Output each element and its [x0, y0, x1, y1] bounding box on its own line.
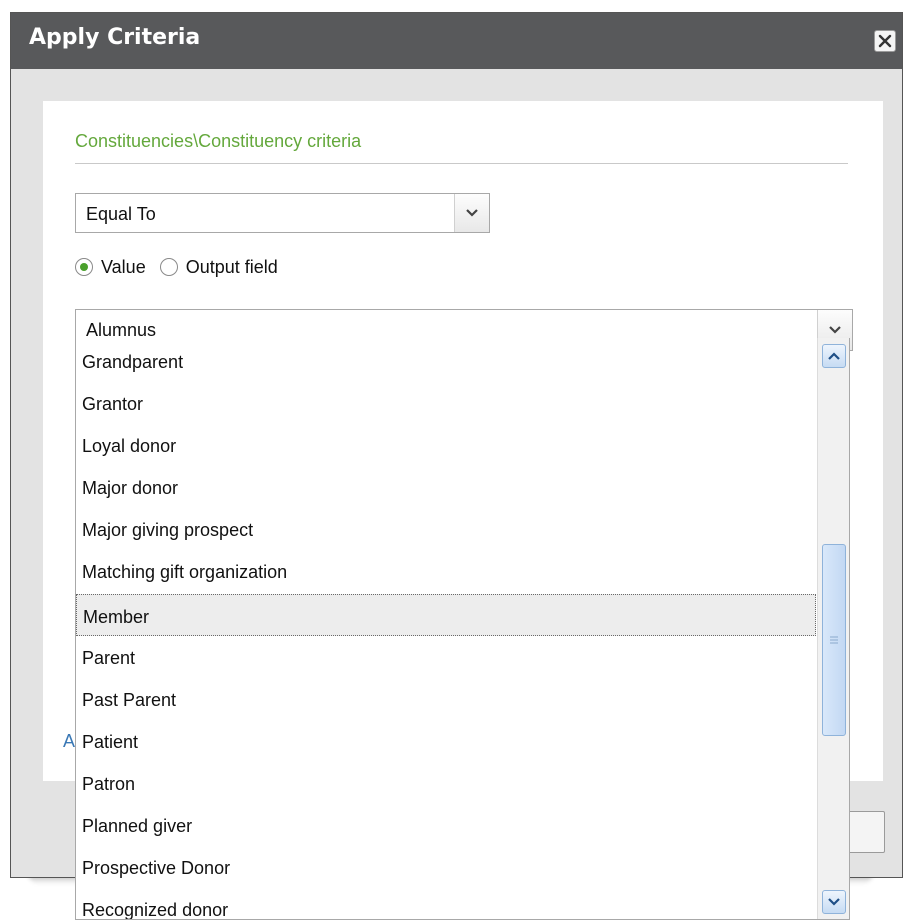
list-item[interactable]: Patron [76, 762, 816, 804]
operator-select-value: Equal To [86, 204, 156, 224]
list-item[interactable]: Prospective Donor [76, 846, 816, 888]
output-field-radio-label[interactable]: Output field [186, 257, 278, 278]
list-scrollbar[interactable] [817, 338, 849, 919]
dialog-titlebar: Apply Criteria [11, 13, 902, 69]
value-dropdown-list[interactable]: Grandparent Grantor Loyal donor Major do… [75, 338, 850, 920]
list-item[interactable]: Matching gift organization [76, 550, 816, 592]
list-item[interactable]: Grandparent [76, 340, 816, 382]
chevron-down-icon [829, 326, 841, 334]
list-item[interactable]: Major donor [76, 466, 816, 508]
list-item[interactable]: Patient [76, 720, 816, 762]
operator-dropdown-button[interactable] [454, 194, 489, 232]
chevron-down-icon [466, 209, 478, 217]
list-item[interactable]: Major giving prospect [76, 508, 816, 550]
chevron-up-icon [828, 352, 840, 360]
chevron-down-icon [828, 898, 840, 906]
section-divider [75, 163, 848, 164]
list-item-highlighted[interactable]: Member [76, 594, 816, 636]
partially-hidden-link[interactable]: A [63, 731, 75, 752]
partially-hidden-button[interactable] [847, 811, 885, 853]
list-item[interactable]: Parent [76, 636, 816, 678]
value-radio-label[interactable]: Value [101, 257, 146, 278]
list-item[interactable]: Planned giver [76, 804, 816, 846]
scroll-down-button[interactable] [822, 890, 846, 914]
grip-icon [830, 636, 838, 644]
close-button[interactable] [874, 30, 896, 52]
value-radio[interactable] [75, 258, 93, 276]
list-item[interactable]: Loyal donor [76, 424, 816, 466]
list-item[interactable]: Past Parent [76, 678, 816, 720]
scroll-thumb[interactable] [822, 544, 846, 736]
list-item[interactable]: Recognized donor [76, 888, 816, 919]
scroll-up-button[interactable] [822, 344, 846, 368]
operator-select[interactable]: Equal To [75, 193, 490, 233]
list-item[interactable]: Grantor [76, 382, 816, 424]
close-icon [878, 34, 892, 48]
value-type-radio-group: Value Output field [75, 253, 278, 281]
dialog-title: Apply Criteria [29, 25, 201, 50]
output-field-radio[interactable] [159, 258, 178, 276]
section-title: Constituencies\Constituency criteria [75, 131, 362, 151]
